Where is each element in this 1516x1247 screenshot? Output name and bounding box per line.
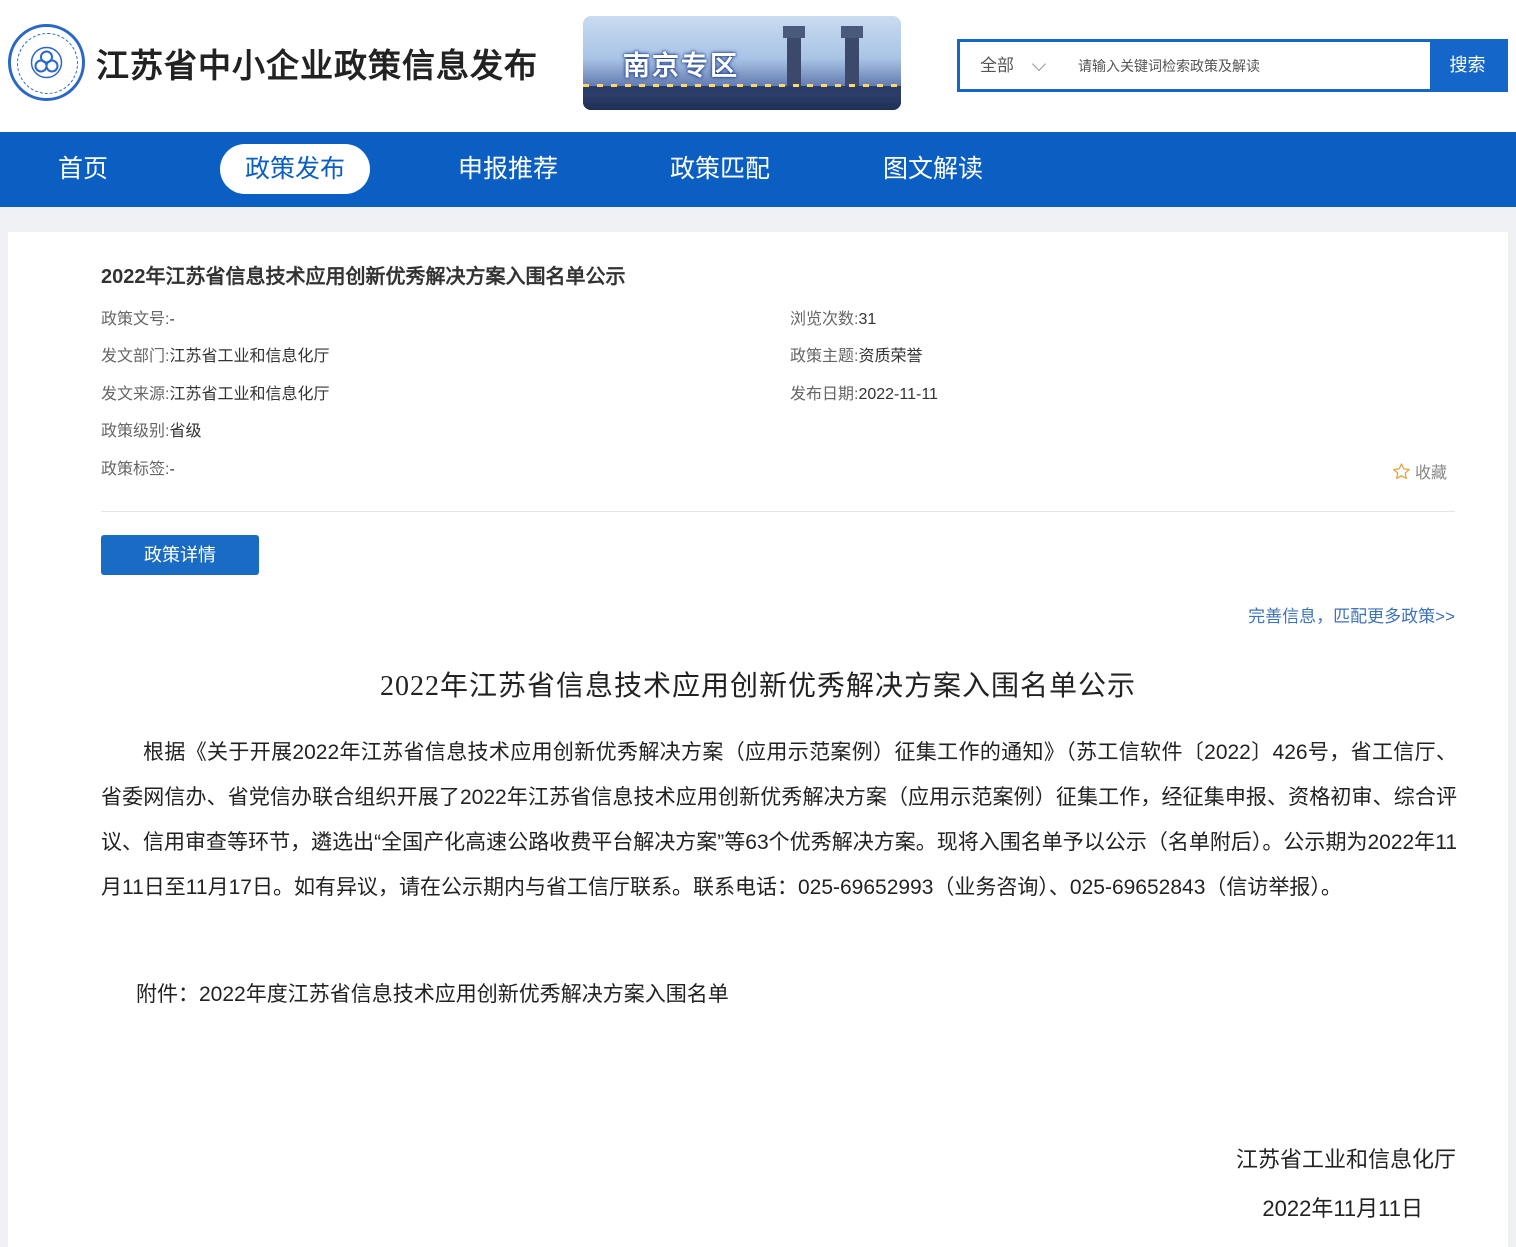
meta-key: 政策文号: <box>101 311 170 328</box>
meta-key: 政策级别: <box>101 423 170 440</box>
nanjing-zone-banner[interactable]: 南京专区 <box>583 16 901 110</box>
search-scope-select[interactable]: 全部 <box>980 42 1014 89</box>
meta-value: - <box>169 461 175 478</box>
meta-level: 政策级别:省级 <box>101 421 201 443</box>
meta-divider <box>101 511 1455 512</box>
meta-value: 31 <box>858 311 877 328</box>
banner-bridge-tower <box>783 26 805 88</box>
attachment-link[interactable]: 附件：2022年度江苏省信息技术应用创新优秀解决方案入围名单 <box>101 972 1457 1017</box>
search-scope-label: 全部 <box>980 56 1014 75</box>
chevron-down-icon <box>1031 56 1047 72</box>
banner-bridge-deck <box>583 86 901 94</box>
nav-item-policy-release[interactable]: 政策发布 <box>220 144 370 194</box>
meta-publish-date: 发布日期:2022-11-11 <box>790 384 938 406</box>
banner-bridge-tower <box>841 26 863 88</box>
article-paragraph: 根据《关于开展2022年江苏省信息技术应用创新优秀解决方案（应用示范案例）征集工… <box>101 741 1457 899</box>
meta-topic: 政策主题:资质荣誉 <box>790 346 922 368</box>
signature-date: 2022年11月11日 <box>1262 1196 1423 1221</box>
meta-value: 2022-11-11 <box>858 386 938 403</box>
meta-value: 江苏省工业和信息化厅 <box>169 348 330 365</box>
search-input[interactable] <box>1078 50 1418 82</box>
meta-view-count: 浏览次数:31 <box>790 309 876 331</box>
meta-key: 发文部门: <box>101 348 170 365</box>
search-bar: 全部 搜索 <box>957 39 1508 92</box>
meta-key: 发文来源: <box>101 386 170 403</box>
meta-tags: 政策标签:- <box>101 459 175 481</box>
meta-value: 省级 <box>169 423 202 440</box>
nav-item-graphic-interpretation[interactable]: 图文解读 <box>858 144 1008 194</box>
article-title: 2022年江苏省信息技术应用创新优秀解决方案入围名单公示 <box>379 671 1136 702</box>
star-icon <box>1393 463 1410 480</box>
favorite-button[interactable]: 收藏 <box>1392 459 1447 483</box>
banner-label: 南京专区 <box>623 51 739 81</box>
banner-bridge-lights <box>583 84 901 87</box>
policy-title: 2022年江苏省信息技术应用创新优秀解决方案入围名单公示 <box>101 266 626 288</box>
meta-key: 浏览次数: <box>790 311 859 328</box>
site-title[interactable]: 江苏省中小企业政策信息发布 <box>96 44 538 88</box>
meta-value: - <box>169 311 175 328</box>
complete-info-link[interactable]: 完善信息，匹配更多政策>> <box>1248 602 1455 627</box>
signature-organization: 江苏省工业和信息化厅 <box>1235 1147 1456 1172</box>
site-header: 江苏省中小企业政策信息发布 南京专区 全部 搜索 <box>0 0 1516 132</box>
meta-doc-number: 政策文号:- <box>101 309 175 331</box>
meta-key: 政策标签: <box>101 461 170 478</box>
meta-value: 资质荣誉 <box>858 348 923 365</box>
meta-key: 政策主题: <box>790 348 859 365</box>
search-button[interactable]: 搜索 <box>1430 42 1505 89</box>
meta-issuing-department: 发文部门:江苏省工业和信息化厅 <box>101 346 329 368</box>
meta-value: 江苏省工业和信息化厅 <box>169 386 330 403</box>
favorite-label: 收藏 <box>1415 465 1448 482</box>
site-logo[interactable] <box>8 24 85 101</box>
nav-item-policy-match[interactable]: 政策匹配 <box>645 144 795 194</box>
nav-item-home[interactable]: 首页 <box>33 144 133 194</box>
meta-key: 发布日期: <box>790 386 859 403</box>
tab-policy-details[interactable]: 政策详情 <box>101 535 259 575</box>
main-nav: 首页 政策发布 申报推荐 政策匹配 图文解读 <box>0 132 1516 207</box>
banner-water <box>583 94 901 110</box>
policy-detail-card: 2022年江苏省信息技术应用创新优秀解决方案入围名单公示 政策文号:- 发文部门… <box>8 232 1508 1247</box>
nav-item-application-recommend[interactable]: 申报推荐 <box>433 144 583 194</box>
logo-emblem-icon <box>30 46 63 79</box>
meta-source: 发文来源:江苏省工业和信息化厅 <box>101 384 329 406</box>
